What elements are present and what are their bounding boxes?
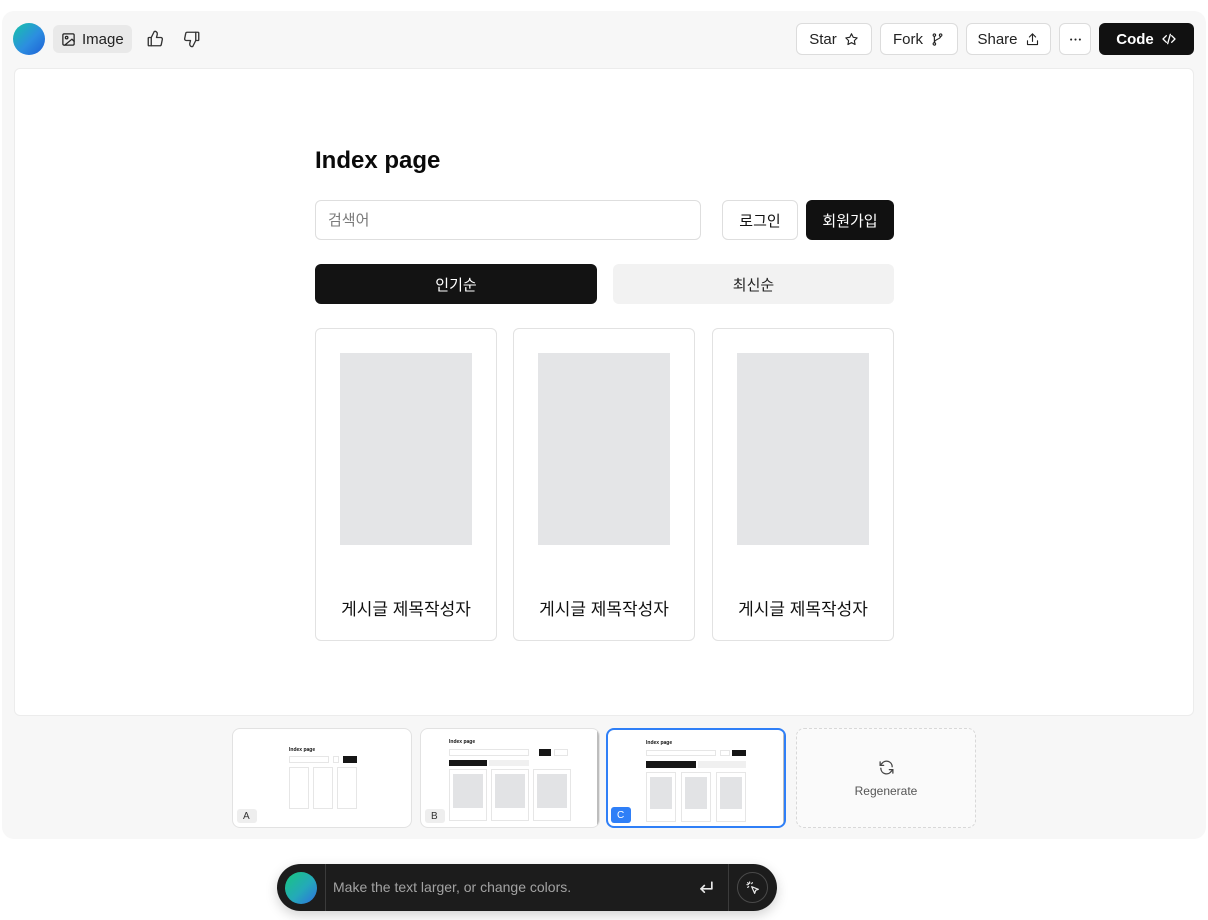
star-icon [845, 32, 858, 45]
prompt-bar [277, 864, 777, 911]
post-caption: 게시글 제목작성자 [341, 600, 471, 619]
thumbs-down-icon [183, 31, 200, 48]
variant-badge: A [237, 809, 257, 823]
fork-button[interactable]: Fork [880, 23, 958, 55]
share-icon [1026, 32, 1038, 45]
image-tag[interactable]: Image [53, 25, 132, 53]
code-button[interactable]: Code [1099, 23, 1194, 55]
thumbs-down-button[interactable] [180, 27, 204, 51]
star-label: Star [809, 30, 837, 48]
post-card[interactable]: 게시글 제목작성자 [315, 328, 497, 641]
search-input[interactable] [315, 200, 701, 240]
share-label: Share [977, 30, 1018, 48]
divider [728, 864, 729, 911]
post-card[interactable]: 게시글 제목작성자 [513, 328, 695, 641]
variant-preview: Index page [608, 730, 784, 826]
share-button[interactable]: Share [966, 23, 1051, 55]
code-label: Code [1116, 30, 1154, 48]
regenerate-button[interactable]: Regenerate [796, 728, 976, 828]
enter-icon[interactable] [696, 878, 716, 898]
fork-label: Fork [893, 30, 923, 48]
post-card[interactable]: 게시글 제목작성자 [712, 328, 894, 641]
image-tag-label: Image [82, 30, 124, 48]
prompt-input[interactable] [333, 877, 663, 897]
post-thumbnail [737, 353, 869, 545]
signup-button[interactable]: 회원가입 [806, 200, 894, 240]
cursor-select-icon [745, 880, 759, 894]
more-icon [1069, 37, 1081, 41]
divider [325, 864, 326, 911]
variant-badge: C [611, 807, 631, 823]
prompt-avatar[interactable] [285, 872, 317, 904]
fork-icon [932, 32, 943, 46]
tab-latest[interactable]: 최신순 [613, 264, 894, 304]
login-button[interactable]: 로그인 [722, 200, 798, 240]
more-button[interactable] [1059, 23, 1091, 55]
image-icon [62, 32, 75, 46]
variant-thumbnail-a[interactable]: Index page A [232, 728, 412, 828]
variant-preview: Index page [233, 729, 411, 827]
post-caption: 게시글 제목작성자 [539, 600, 669, 619]
regenerate-label: Regenerate [854, 783, 918, 798]
preview-panel: Index page 로그인 회원가입 인기순 최신순 게시글 제목작성자 게시… [14, 68, 1194, 716]
variant-thumbnail-c[interactable]: Index page C [606, 728, 786, 828]
user-avatar[interactable] [13, 23, 45, 55]
tab-popular[interactable]: 인기순 [315, 264, 597, 304]
post-caption: 게시글 제목작성자 [738, 600, 868, 619]
post-thumbnail [340, 353, 472, 545]
variant-badge: B [425, 809, 445, 823]
post-thumbnail [538, 353, 670, 545]
element-picker-button[interactable] [737, 872, 768, 903]
variant-preview: Index page [421, 729, 599, 827]
star-button[interactable]: Star [796, 23, 872, 55]
thumbs-up-icon [147, 30, 164, 47]
variant-thumbnail-b[interactable]: Index page B [420, 728, 600, 828]
code-icon [1162, 33, 1176, 45]
refresh-icon [878, 760, 894, 774]
page-title: Index page [315, 147, 441, 174]
thumbs-up-button[interactable] [143, 27, 167, 51]
